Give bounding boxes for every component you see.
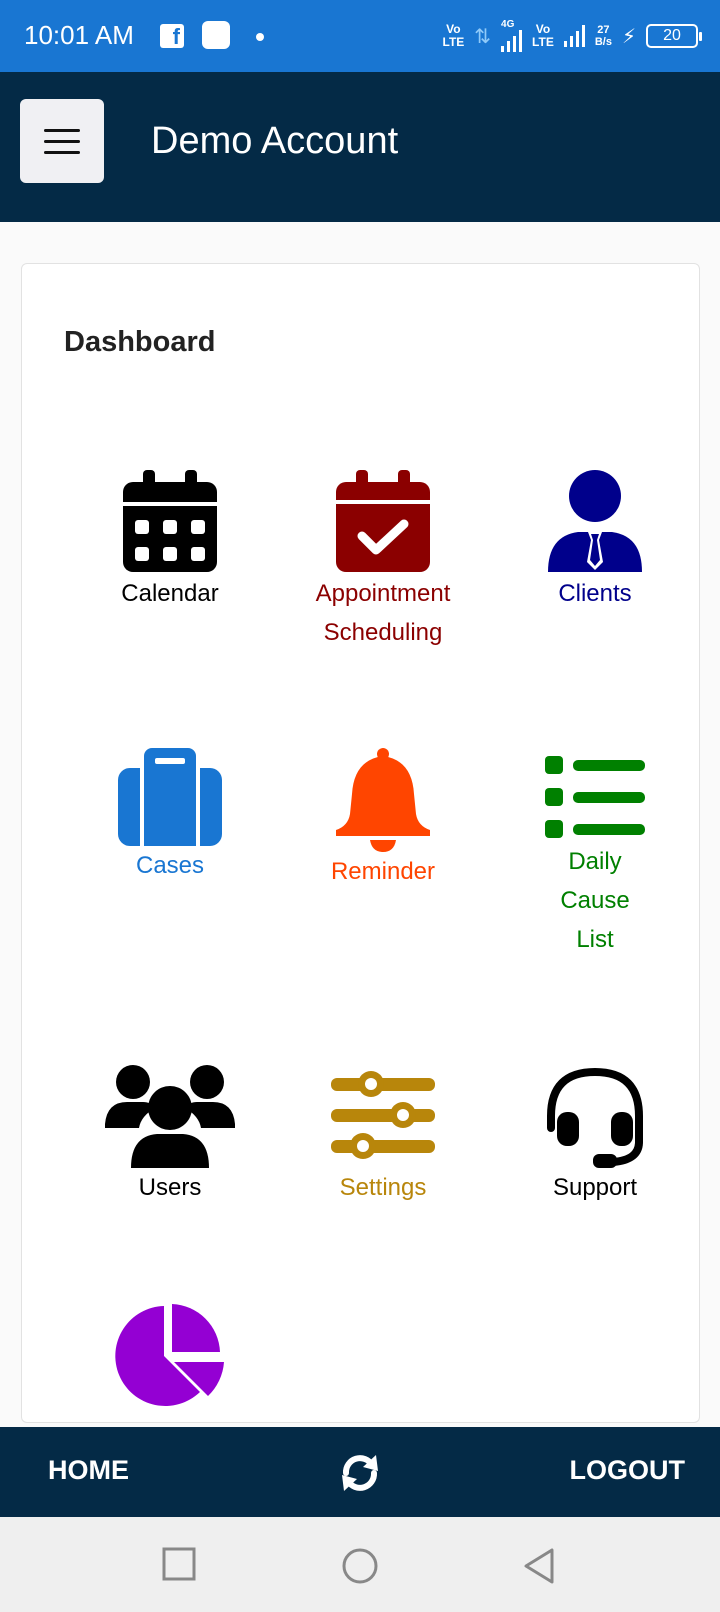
status-indicators: Vo LTE ⇅ 4G Vo LTE 27 B/s ⚡ 20 bbox=[442, 18, 702, 54]
tile-label: Daily Cause List bbox=[560, 848, 630, 953]
signal-icon bbox=[563, 25, 585, 47]
tile-label: Cases bbox=[135, 852, 205, 879]
home-circle-icon[interactable] bbox=[341, 1547, 379, 1585]
battery-icon: 20 bbox=[646, 24, 702, 48]
bottom-nav: HOME LOGOUT bbox=[0, 1427, 720, 1517]
calendar-icon bbox=[123, 470, 217, 572]
back-icon[interactable] bbox=[522, 1547, 556, 1585]
bell-icon bbox=[336, 748, 430, 852]
charging-icon: ⚡ bbox=[621, 25, 636, 48]
data-arrows-icon: ⇅ bbox=[474, 25, 492, 48]
app-header: Demo Account bbox=[0, 72, 720, 222]
menu-button[interactable] bbox=[20, 99, 104, 183]
recent-apps-icon[interactable] bbox=[162, 1547, 196, 1581]
tile-settings[interactable]: Settings bbox=[277, 1064, 489, 1207]
status-bar: 10:01 AM f Vo LTE ⇅ 4G Vo LTE 27 B/s ⚡ 20 bbox=[0, 0, 720, 72]
tile-daily-cause-list[interactable]: Daily Cause List bbox=[489, 748, 699, 959]
refresh-icon[interactable] bbox=[338, 1451, 382, 1495]
home-button[interactable]: HOME bbox=[48, 1455, 129, 1486]
system-navigation-bar bbox=[0, 1517, 720, 1612]
hamburger-icon-line bbox=[44, 150, 80, 154]
user-tie-icon bbox=[548, 470, 642, 572]
tile-appointment-scheduling[interactable]: Appointment Scheduling bbox=[277, 470, 489, 652]
tile-users[interactable]: Users bbox=[64, 1064, 276, 1207]
tile-label: Users bbox=[138, 1174, 202, 1201]
signal-4g-icon: 4G bbox=[501, 20, 523, 52]
dot-icon bbox=[256, 33, 264, 41]
tile-label: Settings bbox=[339, 1174, 427, 1201]
dashboard-title: Dashboard bbox=[64, 326, 216, 358]
tile-label: Reminder bbox=[330, 858, 436, 885]
hamburger-icon-line bbox=[44, 139, 80, 143]
pie-chart-icon bbox=[115, 1304, 224, 1406]
briefcase-icon bbox=[118, 748, 222, 846]
facebook-icon: f bbox=[160, 24, 184, 48]
tile-label: Appointment Scheduling bbox=[315, 580, 451, 646]
volte-icon-2: Vo LTE bbox=[532, 22, 554, 49]
tile-clients[interactable]: Clients bbox=[489, 470, 699, 613]
tile-cases[interactable]: Cases bbox=[64, 748, 276, 885]
sliders-icon bbox=[331, 1071, 435, 1159]
dashboard-card: Dashboard Calendar Appointment Schedulin… bbox=[21, 263, 700, 1423]
tile-reminder[interactable]: Reminder bbox=[277, 748, 489, 891]
tile-label: Calendar bbox=[121, 580, 219, 607]
page-title: Demo Account bbox=[151, 120, 399, 162]
notification-icon bbox=[202, 21, 230, 49]
tile-reports[interactable] bbox=[64, 1304, 276, 1410]
calendar-check-icon bbox=[336, 470, 430, 572]
tile-label: Clients bbox=[558, 580, 632, 607]
status-time: 10:01 AM bbox=[24, 20, 134, 50]
hamburger-icon-line bbox=[44, 128, 80, 132]
tile-support[interactable]: Support bbox=[489, 1064, 699, 1207]
volte-icon: Vo LTE bbox=[442, 22, 465, 49]
list-icon bbox=[545, 756, 645, 838]
network-speed: 27 B/s bbox=[594, 24, 612, 48]
users-icon bbox=[105, 1065, 235, 1168]
tile-label: Support bbox=[552, 1174, 638, 1201]
tile-calendar[interactable]: Calendar bbox=[64, 470, 276, 613]
headset-icon bbox=[547, 1067, 643, 1168]
logout-button[interactable]: LOGOUT bbox=[570, 1455, 686, 1486]
